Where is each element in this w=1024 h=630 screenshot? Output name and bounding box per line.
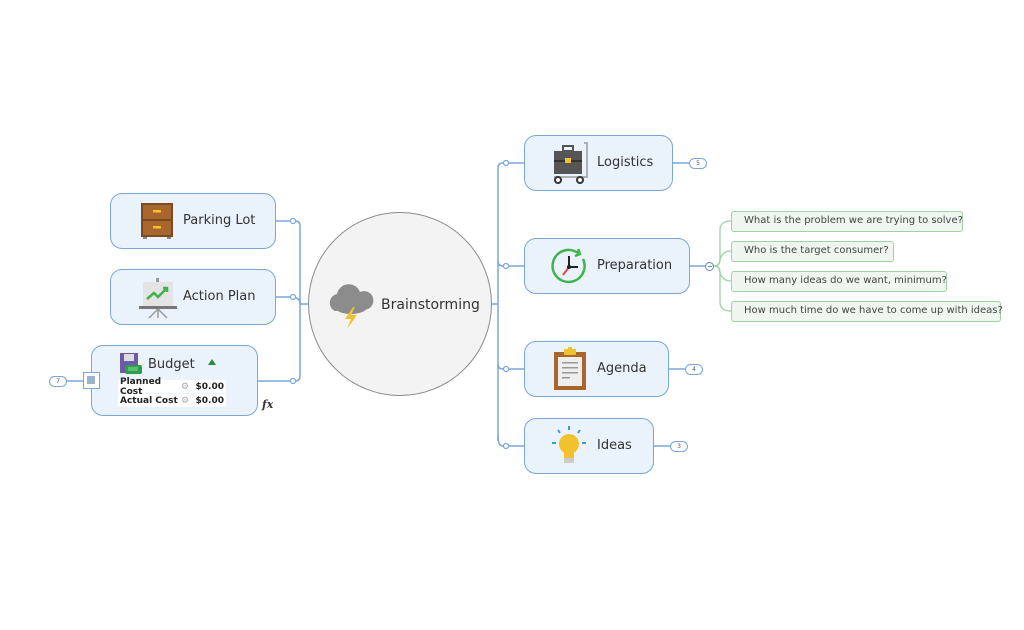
subtopic[interactable]: How much time do we have to come up with… [731,301,1003,322]
collapsed-count-badge[interactable]: 3 [670,441,688,452]
topic-logistics[interactable]: Logistics [524,135,673,191]
formula-icon[interactable]: fx [262,398,273,411]
gear-icon[interactable]: ⚙ [178,382,192,392]
subtopic[interactable]: Who is the target consumer? [731,241,894,262]
topic-label: Parking Lot [183,213,256,228]
topic-label: Budget [148,357,195,372]
filing-cabinet-icon [141,203,173,239]
mind-map-canvas: Brainstorming Parking Lot Action Plan Bu… [0,0,1024,630]
budget-cost-table: Planned Cost ⚙ $0.00 Actual Cost ⚙ $0.00 [118,377,226,408]
topic-label: Preparation [597,258,673,273]
collapsed-count-badge[interactable]: 5 [689,158,707,169]
subtopic[interactable]: How many ideas do we want, minimum? [731,271,947,292]
cost-value: $0.00 [195,381,224,392]
presentation-chart-icon [139,278,177,319]
collapse-toggle-icon[interactable] [705,262,714,271]
topic-preparation[interactable]: Preparation [524,238,690,294]
cost-value: $0.00 [195,395,224,406]
topic-label: Agenda [597,361,647,376]
topic-parking-lot[interactable]: Parking Lot [110,193,276,249]
collapsed-count-badge[interactable]: 4 [685,364,703,375]
topic-ideas[interactable]: Ideas [524,418,654,474]
clipboard-icon [554,347,586,390]
attachment-icon[interactable] [83,372,100,389]
central-topic[interactable]: Brainstorming [308,212,492,396]
topic-label: Ideas [597,438,632,453]
subtopic[interactable]: What is the problem we are trying to sol… [731,211,963,232]
collapsed-count-badge[interactable]: 7 [49,376,67,387]
topic-label: Action Plan [183,289,256,304]
lightbulb-icon [552,426,586,463]
storm-cloud-icon [329,284,374,329]
topic-action-plan[interactable]: Action Plan [110,269,276,325]
cost-row-actual: Actual Cost ⚙ $0.00 [118,394,226,407]
budget-floppy-money-icon [120,353,142,374]
expand-triangle-icon[interactable] [208,359,216,365]
cost-row-planned: Planned Cost ⚙ $0.00 [118,377,226,397]
topic-label: Logistics [597,155,654,170]
topic-agenda[interactable]: Agenda [524,341,669,397]
cost-name: Planned Cost [120,376,162,397]
briefcase-cart-icon [554,142,588,184]
cost-name: Actual Cost [120,395,178,406]
gear-icon[interactable]: ⚙ [178,396,192,406]
clock-icon [551,248,586,284]
central-topic-label: Brainstorming [381,297,480,313]
